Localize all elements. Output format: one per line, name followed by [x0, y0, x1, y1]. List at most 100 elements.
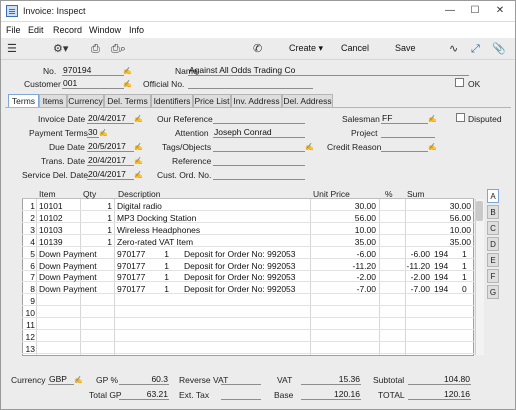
cell-desc[interactable]: Deposit for Order No: 992053 [184, 284, 314, 294]
tab-items[interactable]: Items [39, 94, 67, 107]
row-tab-e[interactable]: E [487, 253, 499, 267]
reference-field[interactable] [213, 155, 305, 166]
cell-qty[interactable]: 1 [82, 237, 112, 247]
print-icon[interactable]: ⎙ [91, 42, 100, 56]
create-button[interactable]: Create ▾ [289, 43, 323, 54]
cell-desc[interactable]: Wireless Headphones [117, 225, 307, 235]
service-del-date-field[interactable]: 20/4/2017 [87, 169, 134, 180]
menu-info[interactable]: Info [129, 25, 144, 35]
attachment-icon[interactable]: 📎 [492, 42, 506, 56]
cell-qty[interactable]: 970177 [117, 284, 149, 294]
cell-unit[interactable]: 56.00 [312, 213, 376, 223]
trans-date-field[interactable]: 20/4/2017 [87, 155, 134, 166]
row-tab-d[interactable]: D [487, 237, 499, 251]
cell-desc[interactable]: Deposit for Order No: 992053 [184, 249, 314, 259]
table-row[interactable]: 6 Down Payment 970177 Deposit for Order No:… [22, 260, 474, 271]
cell-sum[interactable]: 30.00 [407, 201, 471, 211]
table-row[interactable]: 4 10139 1 Zero-rated VAT Item 35.00 35.00 [22, 236, 474, 247]
tab-identifiers[interactable]: Identifiers [151, 94, 193, 107]
tab-del-terms[interactable]: Del. Terms [104, 94, 151, 107]
cancel-button[interactable]: Cancel [341, 43, 369, 53]
cell-unit[interactable]: -2.00 [312, 272, 376, 282]
cell-qty[interactable]: 1 [82, 213, 112, 223]
project-field[interactable] [381, 127, 435, 138]
menu-bars-icon[interactable]: ☰ [7, 42, 17, 56]
paste-icon[interactable]: ✍ [134, 171, 143, 179]
attention-field[interactable]: Joseph Conrad [213, 127, 305, 138]
cell-desc[interactable]: Deposit for Order No: 992053 [184, 272, 314, 282]
cell-sum[interactable]: -11.20 [380, 261, 430, 271]
name-field[interactable]: Against All Odds Trading Co [188, 65, 469, 76]
paste-icon[interactable]: ✍ [123, 67, 132, 75]
cell-c2[interactable]: 0 [462, 284, 472, 294]
cell-c1[interactable]: 194 [434, 249, 452, 259]
ok-checkbox[interactable] [455, 78, 464, 87]
cell-sum[interactable]: 10.00 [407, 225, 471, 235]
cell-qty2[interactable]: 1 [159, 249, 169, 259]
payment-terms-field[interactable]: 30 [87, 127, 99, 138]
invoice-number-field[interactable]: 970194 [62, 65, 124, 76]
paste-icon[interactable]: ✍ [99, 129, 108, 137]
cell-c1[interactable]: 194 [434, 272, 452, 282]
menu-window[interactable]: Window [89, 25, 121, 35]
currency-field[interactable]: GBP [48, 374, 74, 385]
cell-sum[interactable]: -6.00 [380, 249, 430, 259]
close-button[interactable]: ✕ [488, 3, 512, 19]
menu-file[interactable]: File [6, 25, 21, 35]
cell-qty2[interactable]: 1 [159, 284, 169, 294]
cell-qty[interactable]: 1 [82, 225, 112, 235]
invoice-date-field[interactable]: 20/4/2017 [87, 113, 134, 124]
cell-item[interactable]: Down Payment [39, 272, 97, 282]
paste-icon[interactable]: ✍ [305, 143, 314, 151]
gear-icon[interactable]: ⚙▾ [53, 42, 68, 56]
table-row[interactable]: 10 [22, 307, 474, 319]
table-row[interactable]: 2 10102 1 MP3 Docking Station 56.00 56.00 [22, 212, 474, 223]
paste-icon[interactable]: ✍ [428, 143, 437, 151]
paste-icon[interactable]: ✍ [134, 115, 143, 123]
cell-desc[interactable]: MP3 Docking Station [117, 213, 307, 223]
cell-unit[interactable]: 10.00 [312, 225, 376, 235]
maximize-button[interactable]: ☐ [463, 3, 487, 19]
row-tab-b[interactable]: B [487, 205, 499, 219]
cell-c2[interactable]: 1 [462, 261, 472, 271]
paste-icon[interactable]: ✍ [428, 115, 437, 123]
table-scrollbar[interactable] [475, 199, 484, 355]
cell-unit[interactable]: -6.00 [312, 249, 376, 259]
row-tab-a[interactable]: A [487, 189, 499, 203]
print-preview-icon[interactable]: ⎙⌕ [111, 42, 126, 56]
cell-qty[interactable]: 1 [82, 201, 112, 211]
cust-ord-no-field[interactable] [213, 169, 305, 180]
our-reference-field[interactable] [213, 113, 305, 124]
cell-item[interactable]: Down Payment [39, 261, 97, 271]
cell-unit[interactable]: -7.00 [312, 284, 376, 294]
cell-unit[interactable]: 35.00 [312, 237, 376, 247]
tab-price-list[interactable]: Price List [193, 94, 231, 107]
credit-reason-field[interactable] [381, 141, 428, 152]
cell-sum[interactable]: 56.00 [407, 213, 471, 223]
cell-sum[interactable]: -7.00 [380, 284, 430, 294]
due-date-field[interactable]: 20/5/2017 [87, 141, 134, 152]
cell-item[interactable]: Down Payment [39, 284, 97, 294]
expand-icon[interactable]: ⤢ [471, 42, 480, 56]
salesman-field[interactable]: FF [381, 113, 428, 124]
row-tab-g[interactable]: G [487, 285, 499, 299]
tags-objects-field[interactable] [213, 141, 305, 152]
row-tab-f[interactable]: F [487, 269, 499, 283]
table-row[interactable]: 12 [22, 331, 474, 342]
table-row[interactable]: 1 10101 1 Digital radio 30.00 30.00 [22, 200, 474, 211]
table-row[interactable]: 5 Down Payment 970177 Deposit for Order No:… [22, 248, 474, 259]
tab-del-address[interactable]: Del. Address [282, 94, 333, 107]
paste-icon[interactable]: ✍ [134, 143, 143, 151]
cell-sum[interactable]: -2.00 [380, 272, 430, 282]
table-row[interactable]: 7 Down Payment 970177 Deposit for Order No:… [22, 271, 474, 283]
cell-c2[interactable]: 1 [462, 249, 472, 259]
cell-item[interactable]: Down Payment [39, 249, 97, 259]
cell-desc[interactable]: Zero-rated VAT Item [117, 237, 307, 247]
cell-qty[interactable]: 970177 [117, 272, 149, 282]
cell-qty[interactable]: 970177 [117, 249, 149, 259]
table-scrollbar-thumb[interactable] [476, 201, 483, 221]
cell-c1[interactable]: 194 [434, 284, 452, 294]
tab-currency[interactable]: Currency [67, 94, 104, 107]
customer-field[interactable]: 001 [62, 78, 124, 89]
table-row[interactable]: 8 Down Payment 970177 Deposit for Order No:… [22, 283, 474, 295]
